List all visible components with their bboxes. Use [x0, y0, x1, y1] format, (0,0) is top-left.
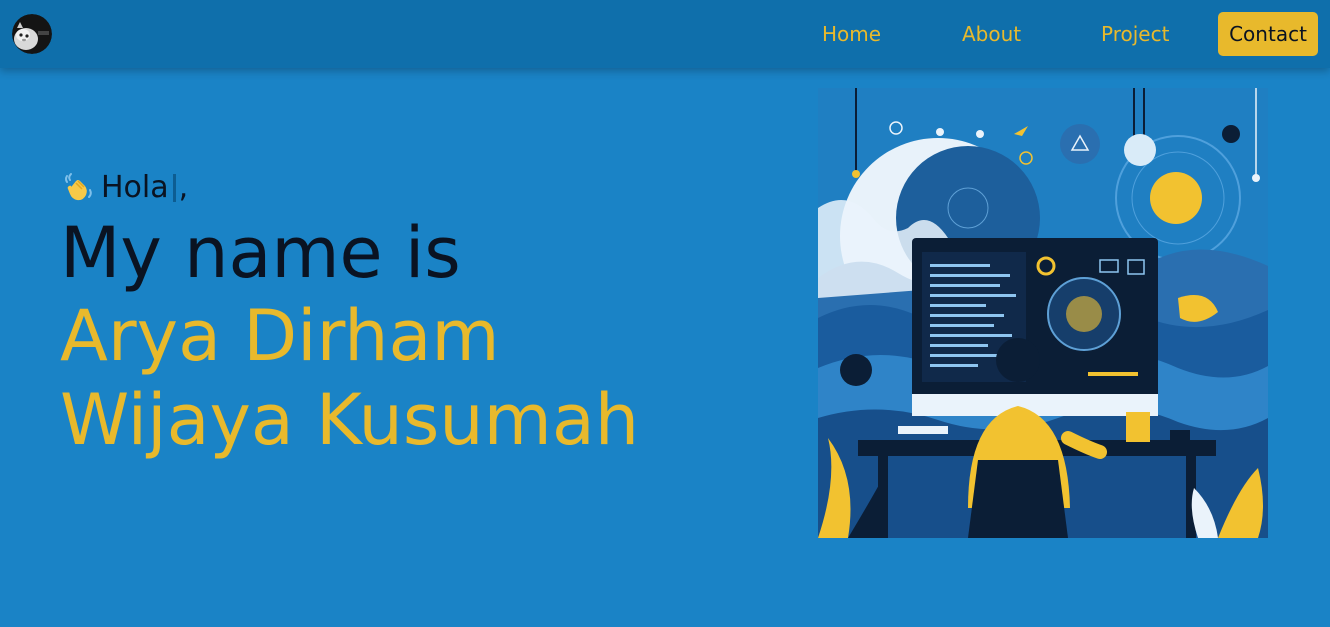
greeting-text: Hola	[101, 170, 169, 205]
name-heading-line-2: Wijaya Kusumah	[60, 379, 640, 461]
developer-at-computer-illustration	[818, 88, 1268, 538]
nav-link-about[interactable]: About	[962, 20, 1021, 48]
navbar: Home About Project Contact	[0, 0, 1330, 68]
name-heading-line-1: Arya Dirham	[60, 295, 500, 377]
contact-button[interactable]: Contact	[1218, 12, 1318, 56]
profile-avatar-icon[interactable]	[12, 14, 52, 54]
typing-cursor	[172, 174, 176, 202]
nav-link-project[interactable]: Project	[1101, 20, 1169, 48]
greeting-suffix: ,	[178, 170, 189, 205]
nav-link-home[interactable]: Home	[822, 20, 881, 48]
intro-heading: My name is	[60, 212, 461, 294]
waving-hand-icon	[62, 172, 94, 204]
greeting: Hola ,	[62, 170, 188, 206]
